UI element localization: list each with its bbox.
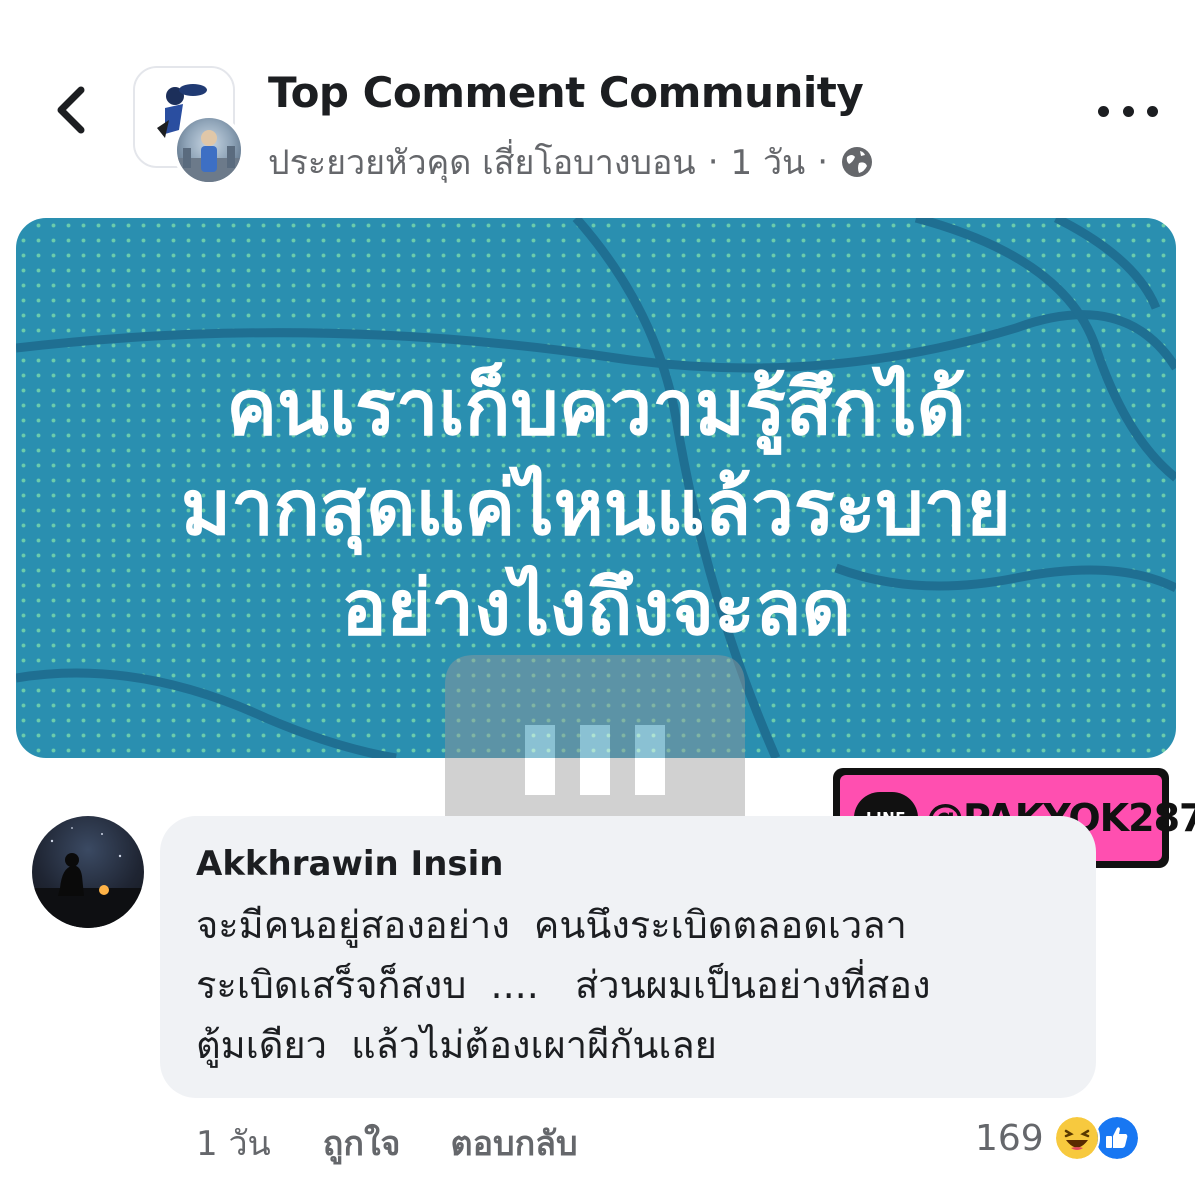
commenter-avatar[interactable] xyxy=(32,816,144,928)
like-button[interactable]: ถูกใจ xyxy=(323,1116,401,1170)
comment-text-line: จะมีคนอยู่สองอย่าง คนนึงระเบิดตลอดเวลา xyxy=(196,903,907,947)
more-horizontal-icon xyxy=(1098,105,1109,117)
post-background-card: คนเราเก็บความรู้สึกได้ มากสุดแค่ไหนแล้วร… xyxy=(16,218,1176,758)
more-options-button[interactable] xyxy=(1098,96,1158,126)
post-page: Top Comment Community ประยวยหัวคุด เสี่ย… xyxy=(0,0,1195,1200)
globe-icon xyxy=(842,147,873,177)
post-meta: ประยวยหัวคุด เสี่ยโอบางบอน · 1 วัน · xyxy=(268,135,874,189)
reply-button[interactable]: ตอบกลับ xyxy=(450,1116,577,1170)
author-avatar xyxy=(173,114,245,186)
post-text: คนเราเก็บความรู้สึกได้ มากสุดแค่ไหนแล้วร… xyxy=(16,358,1176,658)
comment-actions: 1 วัน ถูกใจ ตอบกลับ xyxy=(196,1118,628,1168)
like-icon xyxy=(1093,1115,1140,1161)
post-text-line: มากสุดแค่ไหนแล้วระบาย xyxy=(181,463,1011,552)
post-time[interactable]: 1 วัน xyxy=(731,135,806,189)
group-avatar[interactable] xyxy=(133,66,245,186)
post-text-line: คนเราเก็บความรู้สึกได้ xyxy=(226,363,966,452)
haha-icon xyxy=(1053,1115,1100,1161)
reaction-summary[interactable]: 169 xyxy=(975,1113,1140,1163)
post-text-line: อย่างไงถึงจะลด xyxy=(341,563,851,652)
post-author[interactable]: ประยวยหัวคุด เสี่ยโอบางบอน xyxy=(268,135,696,189)
reaction-count: 169 xyxy=(975,1117,1044,1159)
chevron-left-icon xyxy=(57,86,85,134)
commenter-name[interactable]: Akkhrawin Insin xyxy=(196,844,504,884)
comment-time[interactable]: 1 วัน xyxy=(196,1116,271,1170)
back-button[interactable] xyxy=(40,78,100,142)
comment-text-line: ระเบิดเสร็จก็สงบ .... ส่วนผมเป็นอย่างที่… xyxy=(196,963,931,1007)
comment-text: จะมีคนอยู่สองอย่าง คนนึงระเบิดตลอดเวลา ร… xyxy=(196,895,931,1075)
group-name[interactable]: Top Comment Community xyxy=(268,68,864,117)
separator: · xyxy=(707,142,719,182)
comment-text-line: ตู้มเดียว แล้วไม่ต้องเผาผีกันเลย xyxy=(196,1023,717,1067)
separator: · xyxy=(817,142,829,182)
